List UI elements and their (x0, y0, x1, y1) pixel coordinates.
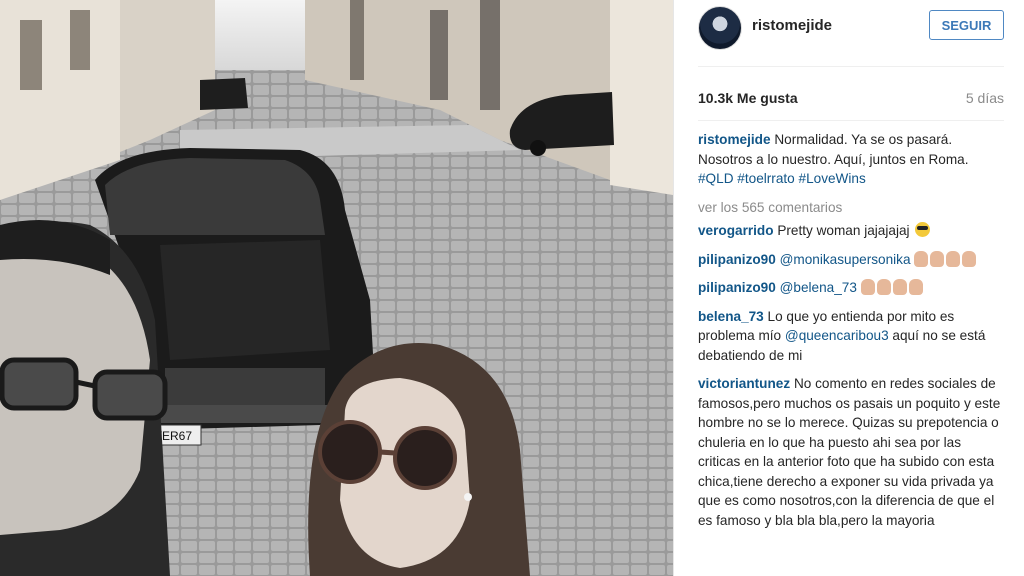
header-divider (698, 66, 1004, 67)
hashtag-lovewins[interactable]: #LoveWins (799, 171, 866, 186)
hashtag-toelrrato[interactable]: #toelrrato (737, 171, 794, 186)
comment-mention[interactable]: @monikasupersonika (780, 252, 911, 267)
comment-mention[interactable]: @belena_73 (780, 280, 857, 295)
selfie-photo-image: RIVER67 (0, 0, 673, 576)
caption: ristomejide Normalidad. Ya se os pasará.… (698, 130, 1004, 189)
comment-item: verogarrido Pretty woman jajajajaj (698, 221, 1004, 241)
view-all-comments-link[interactable]: ver los 565 comentarios (698, 198, 1004, 218)
comment-username[interactable]: pilipanizo90 (698, 252, 776, 267)
comment-text: Pretty woman jajajajaj (777, 223, 910, 238)
post-age[interactable]: 5 días (966, 90, 1004, 106)
comment-item: victoriantunez No comento en redes socia… (698, 374, 1004, 530)
comment-item: pilipanizo90 @monikasupersonika (698, 250, 1004, 270)
comment-username[interactable]: pilipanizo90 (698, 280, 776, 295)
clapping-hands-icon (908, 279, 923, 295)
post-author-username[interactable]: ristomejide (752, 17, 832, 34)
follow-button[interactable]: SEGUIR (929, 10, 1004, 40)
clapping-hands-icon (914, 250, 929, 267)
comment-item: pilipanizo90 @belena_73 (698, 278, 1004, 298)
hashtag-qld[interactable]: #QLD (698, 171, 734, 186)
comment-username[interactable]: belena_73 (698, 309, 764, 324)
likes-count[interactable]: 10.3k Me gusta (698, 90, 798, 106)
clapping-hands-icon (930, 250, 945, 267)
clapping-hands-icon (962, 250, 977, 267)
comments-feed: ristomejide Normalidad. Ya se os pasará.… (698, 130, 1004, 539)
sunglasses-emoji-icon (915, 222, 931, 237)
comment-text: No comento en redes sociales de famosos,… (698, 376, 1001, 528)
clapping-hands-icon (876, 279, 891, 295)
avatar[interactable] (698, 6, 742, 50)
comment-mention[interactable]: @queencaribou3 (785, 328, 889, 343)
clapping-hands-icon (892, 279, 907, 295)
post-side-panel: ristomejide SEGUIR 10.3k Me gusta 5 días… (673, 0, 1024, 576)
post-photo[interactable]: RIVER67 (0, 0, 673, 576)
likes-divider (698, 120, 1004, 121)
clapping-hands-icon (946, 250, 961, 267)
comment-username[interactable]: victoriantunez (698, 376, 790, 391)
comment-username[interactable]: verogarrido (698, 223, 774, 238)
comment-item: belena_73 Lo que yo entienda por mito es… (698, 307, 1004, 366)
post-header: ristomejide SEGUIR (698, 6, 1004, 50)
caption-username[interactable]: ristomejide (698, 132, 771, 147)
clapping-hands-icon (860, 279, 875, 295)
